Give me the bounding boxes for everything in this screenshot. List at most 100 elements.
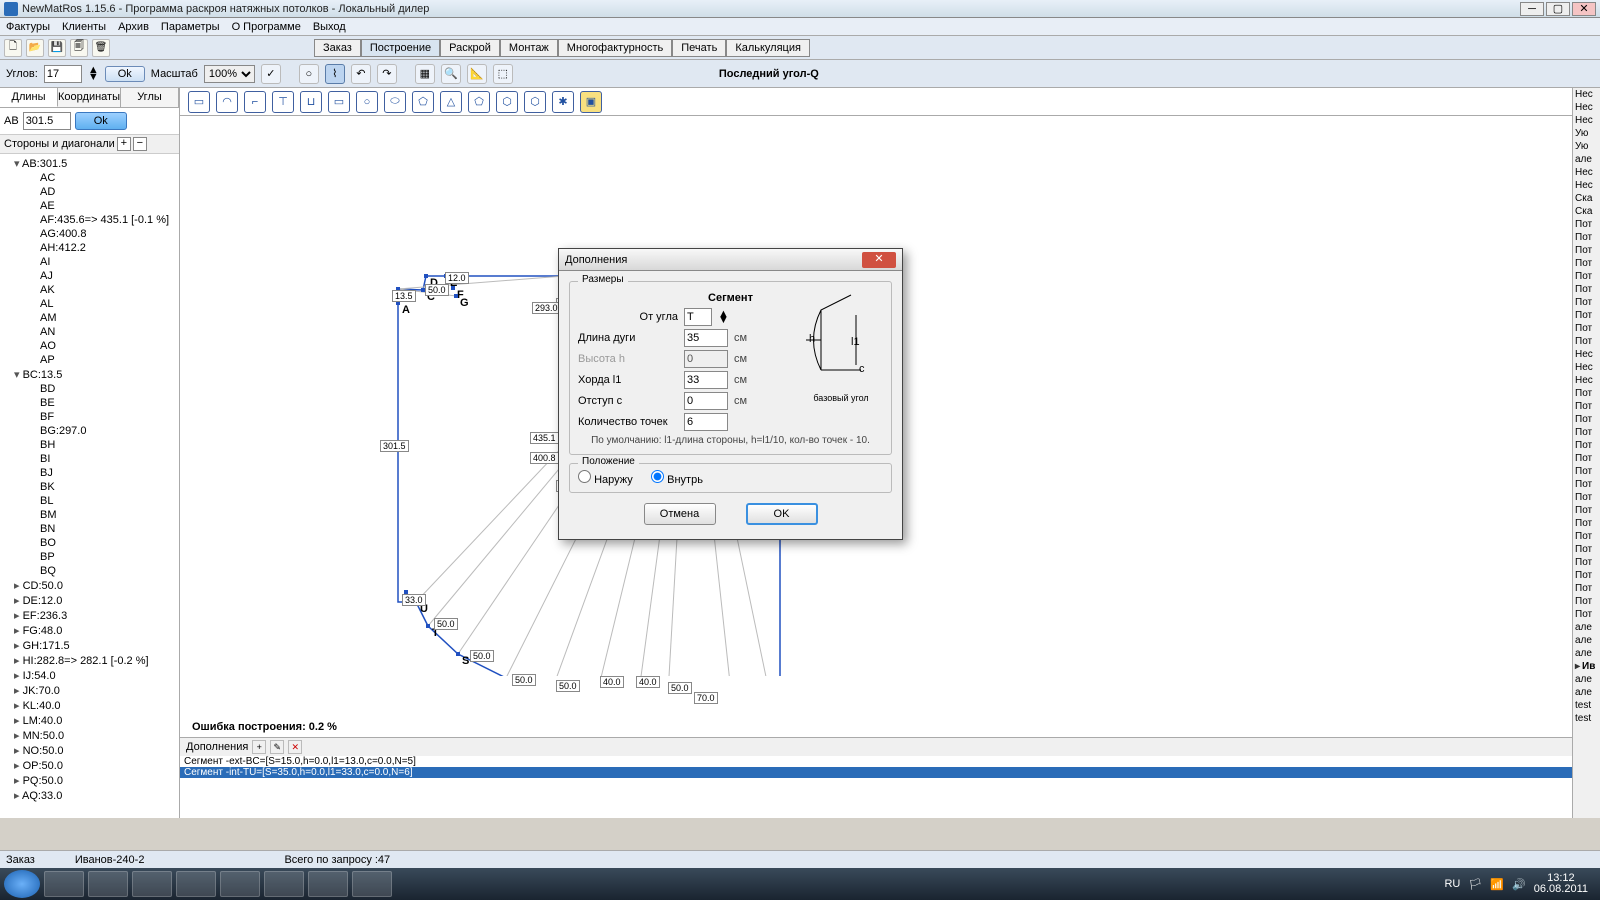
offset-input[interactable] [684, 392, 728, 410]
ushape-icon[interactable]: ⊔ [300, 91, 322, 113]
tree-child[interactable]: AP [0, 353, 179, 367]
right-item[interactable]: Пот [1573, 426, 1600, 439]
new-icon[interactable]: 🗋 [4, 39, 22, 57]
right-item[interactable]: Пот [1573, 244, 1600, 257]
tab-Печать[interactable]: Печать [672, 39, 726, 57]
dialog-close-button[interactable]: ✕ [862, 252, 896, 268]
open-icon[interactable]: 📂 [26, 39, 44, 57]
tab-Заказ[interactable]: Заказ [314, 39, 361, 57]
tshape-icon[interactable]: ⊤ [272, 91, 294, 113]
tree-node[interactable]: PQ:50.0 [0, 773, 179, 788]
right-item[interactable]: Пот [1573, 452, 1600, 465]
tree-node[interactable]: LM:40.0 [0, 713, 179, 728]
redo-icon[interactable]: ↷ [377, 64, 397, 84]
right-item[interactable]: Нес [1573, 114, 1600, 127]
right-item[interactable]: Пот [1573, 257, 1600, 270]
right-item[interactable]: Пот [1573, 231, 1600, 244]
poly6-icon[interactable]: ⬡ [496, 91, 518, 113]
tree-child[interactable]: BD [0, 382, 179, 396]
tab-Построение[interactable]: Построение [361, 39, 440, 57]
task-excel[interactable] [132, 871, 172, 897]
close-button[interactable]: ✕ [1572, 2, 1596, 16]
lefttab-Координаты[interactable]: Координаты [58, 88, 121, 107]
tree-child[interactable]: AH:412.2 [0, 241, 179, 255]
tree-node[interactable]: FG:48.0 [0, 623, 179, 638]
tree-node[interactable]: HI:282.8=> 282.1 [-0.2 %] [0, 653, 179, 668]
tree-node[interactable]: MN:50.0 [0, 728, 179, 743]
right-item[interactable]: Пот [1573, 309, 1600, 322]
star-shape-icon[interactable]: ✱ [552, 91, 574, 113]
right-item[interactable]: Пот [1573, 439, 1600, 452]
ellipse-shape-icon[interactable]: ⬭ [384, 91, 406, 113]
tree-child[interactable]: BI [0, 452, 179, 466]
tree-child[interactable]: BG:297.0 [0, 424, 179, 438]
right-item[interactable]: Пот [1573, 595, 1600, 608]
menu-Клиенты[interactable]: Клиенты [62, 21, 106, 33]
extra-tool-icon[interactable]: ⬚ [493, 64, 513, 84]
tree-node[interactable]: BC:13.5 [0, 367, 179, 382]
tree-child[interactable]: BE [0, 396, 179, 410]
right-item[interactable]: Нес [1573, 101, 1600, 114]
tree-child[interactable]: AF:435.6=> 435.1 [-0.1 %] [0, 213, 179, 227]
tree-child[interactable]: AN [0, 325, 179, 339]
right-item[interactable]: Пот [1573, 270, 1600, 283]
right-item[interactable]: Пот [1573, 504, 1600, 517]
poly5-icon[interactable]: ⬠ [468, 91, 490, 113]
tree-child[interactable]: BH [0, 438, 179, 452]
chord-input[interactable] [684, 371, 728, 389]
tree-child[interactable]: BL [0, 494, 179, 508]
tab-Многофактурность[interactable]: Многофактурность [558, 39, 672, 57]
right-item[interactable]: test [1573, 699, 1600, 712]
tree-child[interactable]: BJ [0, 466, 179, 480]
tree-child[interactable]: AO [0, 339, 179, 353]
right-item[interactable]: Пот [1573, 608, 1600, 621]
right-item[interactable]: Пот [1573, 218, 1600, 231]
tree-node[interactable]: OP:50.0 [0, 758, 179, 773]
arc-length-input[interactable] [684, 329, 728, 347]
right-item[interactable]: але [1573, 647, 1600, 660]
tab-Монтаж[interactable]: Монтаж [500, 39, 558, 57]
addition-edit-icon[interactable]: ✎ [270, 740, 284, 754]
right-item[interactable]: Нес [1573, 361, 1600, 374]
tree-node[interactable]: JK:70.0 [0, 683, 179, 698]
tree-child[interactable]: AG:400.8 [0, 227, 179, 241]
undo-icon[interactable]: ↶ [351, 64, 371, 84]
right-item[interactable]: Пот [1573, 478, 1600, 491]
circle-shape-icon[interactable]: ○ [356, 91, 378, 113]
additions-list[interactable]: Сегмент -ext-BC=[S=15.0,h=0.0,l1=13.0,c=… [180, 756, 1572, 778]
position-out[interactable]: Наружу [578, 474, 633, 486]
right-item[interactable]: Пот [1573, 543, 1600, 556]
measure-icon[interactable]: 📐 [467, 64, 487, 84]
triangle-shape-icon[interactable]: △ [440, 91, 462, 113]
tree-node[interactable]: IJ:54.0 [0, 668, 179, 683]
grid-icon[interactable]: ▦ [415, 64, 435, 84]
right-item[interactable]: Пот [1573, 582, 1600, 595]
rect-shape-icon[interactable]: ▭ [188, 91, 210, 113]
tree-child[interactable]: AL [0, 297, 179, 311]
addition-new-icon[interactable]: + [252, 740, 266, 754]
right-item[interactable]: Пот [1573, 283, 1600, 296]
right-item[interactable]: Нес [1573, 348, 1600, 361]
addition-delete-icon[interactable]: ✕ [288, 740, 302, 754]
tab-Раскрой[interactable]: Раскрой [440, 39, 500, 57]
tree-node[interactable]: NO:50.0 [0, 743, 179, 758]
sides-tree[interactable]: AB:301.5ACADAEAF:435.6=> 435.1 [-0.1 %]A… [0, 154, 179, 818]
right-item[interactable]: Пот [1573, 465, 1600, 478]
check-icon[interactable]: ✓ [261, 64, 281, 84]
right-item[interactable]: Ска [1573, 205, 1600, 218]
remove-diagonal-button[interactable]: − [133, 137, 147, 151]
pentagon-shape-icon[interactable]: ⬠ [412, 91, 434, 113]
polyline-tool-icon[interactable]: ⌇ [325, 64, 345, 84]
right-item[interactable]: Пот [1573, 387, 1600, 400]
start-button[interactable] [4, 870, 40, 898]
tree-node[interactable]: CD:50.0 [0, 578, 179, 593]
delete-icon[interactable]: 🗑 [92, 39, 110, 57]
tree-child[interactable]: AJ [0, 269, 179, 283]
menu-Параметры[interactable]: Параметры [161, 21, 220, 33]
right-item[interactable]: але [1573, 673, 1600, 686]
task-explorer[interactable] [44, 871, 84, 897]
tree-child[interactable]: BP [0, 550, 179, 564]
copy-icon[interactable]: 🗐 [70, 39, 88, 57]
tree-node[interactable]: GH:171.5 [0, 638, 179, 653]
dialog-ok-button[interactable]: OK [746, 503, 818, 525]
